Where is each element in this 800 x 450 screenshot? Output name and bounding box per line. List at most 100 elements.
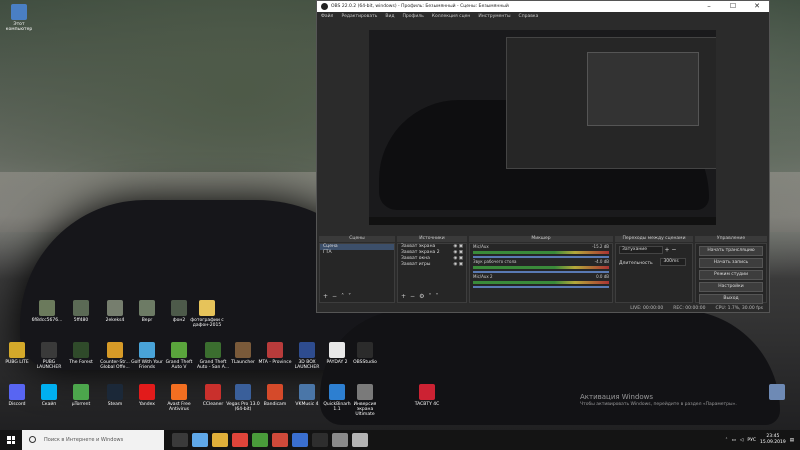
desktop-icon[interactable]: Этот компьютер: [2, 4, 36, 32]
status-live: LIVE: 00:00:00: [630, 305, 664, 311]
maximize-icon[interactable]: ☐: [721, 1, 745, 12]
desktop-icon[interactable]: The Forest: [64, 342, 98, 365]
taskbar-search[interactable]: Поиск в Интернете и Windows: [22, 430, 164, 450]
remove-scene-icon[interactable]: −: [332, 293, 337, 300]
taskbar-app-icon[interactable]: [212, 433, 228, 447]
status-cpu: CPU: 1.7%, 30.00 fps: [715, 305, 764, 311]
desktop-icon[interactable]: фотографии с дафон-2015: [190, 300, 224, 328]
app-icon: [107, 300, 123, 316]
control-button[interactable]: Начать трансляцию: [699, 246, 763, 256]
control-button[interactable]: Выход: [699, 294, 763, 304]
menu-item[interactable]: Инструменты: [478, 14, 510, 19]
desktop-icon[interactable]: Golf With Your Friends: [130, 342, 164, 370]
app-icon: [235, 384, 251, 400]
scenes-header: Сцены: [319, 236, 395, 242]
desktop-icon[interactable]: Counter-Str... Global Offe...: [98, 342, 132, 370]
control-button[interactable]: Режим студии: [699, 270, 763, 280]
taskbar-app-icon[interactable]: [292, 433, 308, 447]
taskbar-app-icon[interactable]: [172, 433, 188, 447]
taskbar-app-icon[interactable]: [352, 433, 368, 447]
desktop-icon[interactable]: Steam: [98, 384, 132, 407]
obs-titlebar[interactable]: OBS 22.0.2 (64-bit, windows) - Профиль: …: [317, 1, 769, 12]
volume-icon[interactable]: ◁: [740, 438, 743, 443]
desktop-icon[interactable]: Grand Theft Auto - San A...: [196, 342, 230, 370]
taskbar-app-icon[interactable]: [312, 433, 328, 447]
control-button[interactable]: Настройки: [699, 282, 763, 292]
control-button[interactable]: Начать запись: [699, 258, 763, 268]
desktop-icon[interactable]: Скайп: [32, 384, 66, 407]
app-icon: [267, 342, 283, 358]
source-up-icon[interactable]: ˄: [428, 293, 431, 300]
desktop-icon[interactable]: 2ekeks4: [98, 300, 132, 323]
remove-source-icon[interactable]: −: [410, 293, 415, 300]
desktop-icon[interactable]: TACBTY 4C: [410, 384, 444, 407]
desktop-icon-label: MTA - Province: [258, 360, 292, 365]
tray-arrow-icon[interactable]: ˄: [725, 438, 727, 443]
taskbar-app-icon[interactable]: [272, 433, 288, 447]
add-source-icon[interactable]: +: [401, 293, 406, 300]
desktop-icon[interactable]: Инверсия экрана Ultimate: [348, 384, 382, 417]
close-icon[interactable]: ✕: [745, 1, 769, 12]
desktop-icon[interactable]: Discord: [0, 384, 34, 407]
desktop-icon[interactable]: TLauncher: [226, 342, 260, 365]
menu-item[interactable]: Справка: [519, 14, 539, 19]
desktop-icon[interactable]: MTA - Province: [258, 342, 292, 365]
obs-preview[interactable]: [369, 30, 716, 225]
menu-item[interactable]: Вид: [385, 14, 394, 19]
menu-item[interactable]: Коллекция сцен: [432, 14, 471, 19]
network-icon[interactable]: ▭: [732, 438, 736, 443]
transition-type-select[interactable]: Затухание: [619, 246, 663, 254]
duration-input[interactable]: 300ms: [660, 258, 687, 266]
desktop-icon[interactable]: 3D BOX LAUNCHER: [290, 342, 324, 370]
volume-slider[interactable]: [473, 271, 609, 273]
notifications-icon[interactable]: ▤: [790, 438, 794, 443]
menu-item[interactable]: Редактировать: [341, 14, 377, 19]
source-settings-icon[interactable]: ⚙: [419, 293, 424, 300]
app-icon: [205, 342, 221, 358]
app-icon: [41, 342, 57, 358]
mixer-channel-label: Звук рабочего стола -4.0 dB: [470, 259, 612, 264]
desktop-icon[interactable]: PUBG LITE: [0, 342, 34, 365]
app-icon: [73, 384, 89, 400]
desktop-icon-label: µTorrent: [71, 402, 91, 407]
scene-item[interactable]: ГТА: [320, 250, 394, 256]
volume-slider[interactable]: [473, 256, 609, 258]
desktop-icon[interactable]: Bepr: [130, 300, 164, 323]
desktop-icon[interactable]: Avast Free Antivirus: [162, 384, 196, 412]
app-icon: [41, 384, 57, 400]
desktop-icon[interactable]: CCleaner: [196, 384, 230, 407]
scene-down-icon[interactable]: ˅: [348, 293, 351, 300]
taskbar-app-icon[interactable]: [192, 433, 208, 447]
mixer-channel-name: Mic/Aux: [473, 244, 489, 249]
taskbar-app-icon[interactable]: [232, 433, 248, 447]
menu-item[interactable]: Файл: [321, 14, 333, 19]
taskbar-app-icon[interactable]: [332, 433, 348, 447]
visibility-icon[interactable]: ◉ ▣: [453, 262, 463, 268]
desktop-icon[interactable]: VKMusic 4: [290, 384, 324, 407]
desktop-icon[interactable]: Yandex: [130, 384, 164, 407]
add-scene-icon[interactable]: +: [323, 293, 328, 300]
desktop-icon[interactable]: OBSStudio: [348, 342, 382, 365]
menu-item[interactable]: Профиль: [402, 14, 423, 19]
desktop-icon[interactable]: [760, 384, 794, 402]
start-button[interactable]: [0, 430, 22, 450]
source-item[interactable]: Захват игры ◉ ▣: [398, 262, 466, 268]
app-icon: [299, 342, 315, 358]
desktop-icon[interactable]: PUBG LAUNCHER: [32, 342, 66, 370]
language-indicator[interactable]: РУС: [747, 438, 756, 443]
transition-add-icon[interactable]: + −: [664, 247, 676, 254]
source-down-icon[interactable]: ˅: [435, 293, 438, 300]
clock[interactable]: 23:45 15.09.2019: [760, 434, 786, 446]
mixer-channel-name: Звук рабочего стола: [473, 259, 517, 264]
taskbar-app-icon[interactable]: [252, 433, 268, 447]
desktop-icon[interactable]: 6f8dcc5676...: [30, 300, 64, 323]
desktop-icon[interactable]: Vegas Pro 13.0 (64-bit): [226, 384, 260, 412]
desktop-icon[interactable]: Grand Theft Auto V: [162, 342, 196, 370]
scene-up-icon[interactable]: ˄: [341, 293, 344, 300]
desktop-icon[interactable]: Bandicam: [258, 384, 292, 407]
volume-slider[interactable]: [473, 286, 609, 288]
desktop-icon[interactable]: µTorrent: [64, 384, 98, 407]
minimize-icon[interactable]: –: [697, 1, 721, 12]
obs-window: OBS 22.0.2 (64-bit, windows) - Профиль: …: [316, 0, 770, 313]
desktop-icon[interactable]: 5ff480: [64, 300, 98, 323]
